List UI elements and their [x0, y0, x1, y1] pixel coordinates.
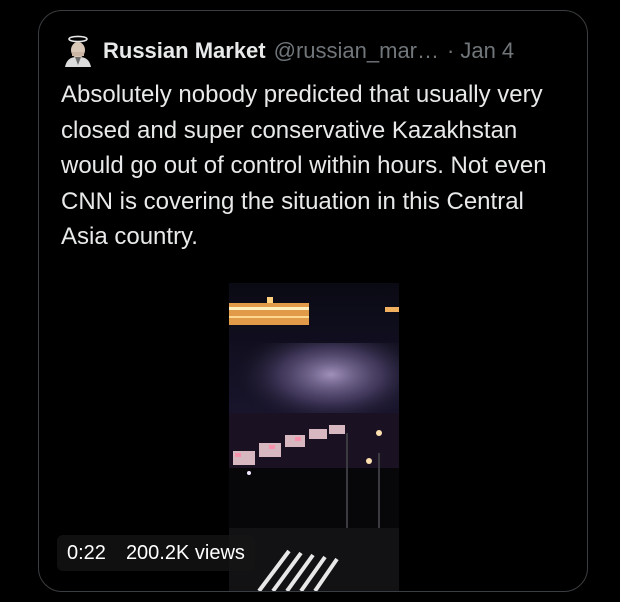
user-handle[interactable]: @russian_mar…: [274, 38, 439, 64]
separator-dot: ·: [447, 38, 455, 63]
tweet-card[interactable]: Russian Market @russian_mar… · Jan 4 Abs…: [38, 10, 588, 592]
tweet-date[interactable]: Jan 4: [460, 38, 514, 64]
video-duration: 0:22: [67, 541, 106, 564]
video-meta-badge: 0:22 200.2K views: [57, 535, 255, 571]
tweet-text: Absolutely nobody predicted that usually…: [61, 81, 547, 250]
avatar[interactable]: [63, 35, 93, 67]
video-views: 200.2K views: [125, 541, 245, 564]
display-name[interactable]: Russian Market: [103, 38, 266, 64]
tweet-header: Russian Market @russian_mar… · Jan 4: [63, 35, 573, 67]
